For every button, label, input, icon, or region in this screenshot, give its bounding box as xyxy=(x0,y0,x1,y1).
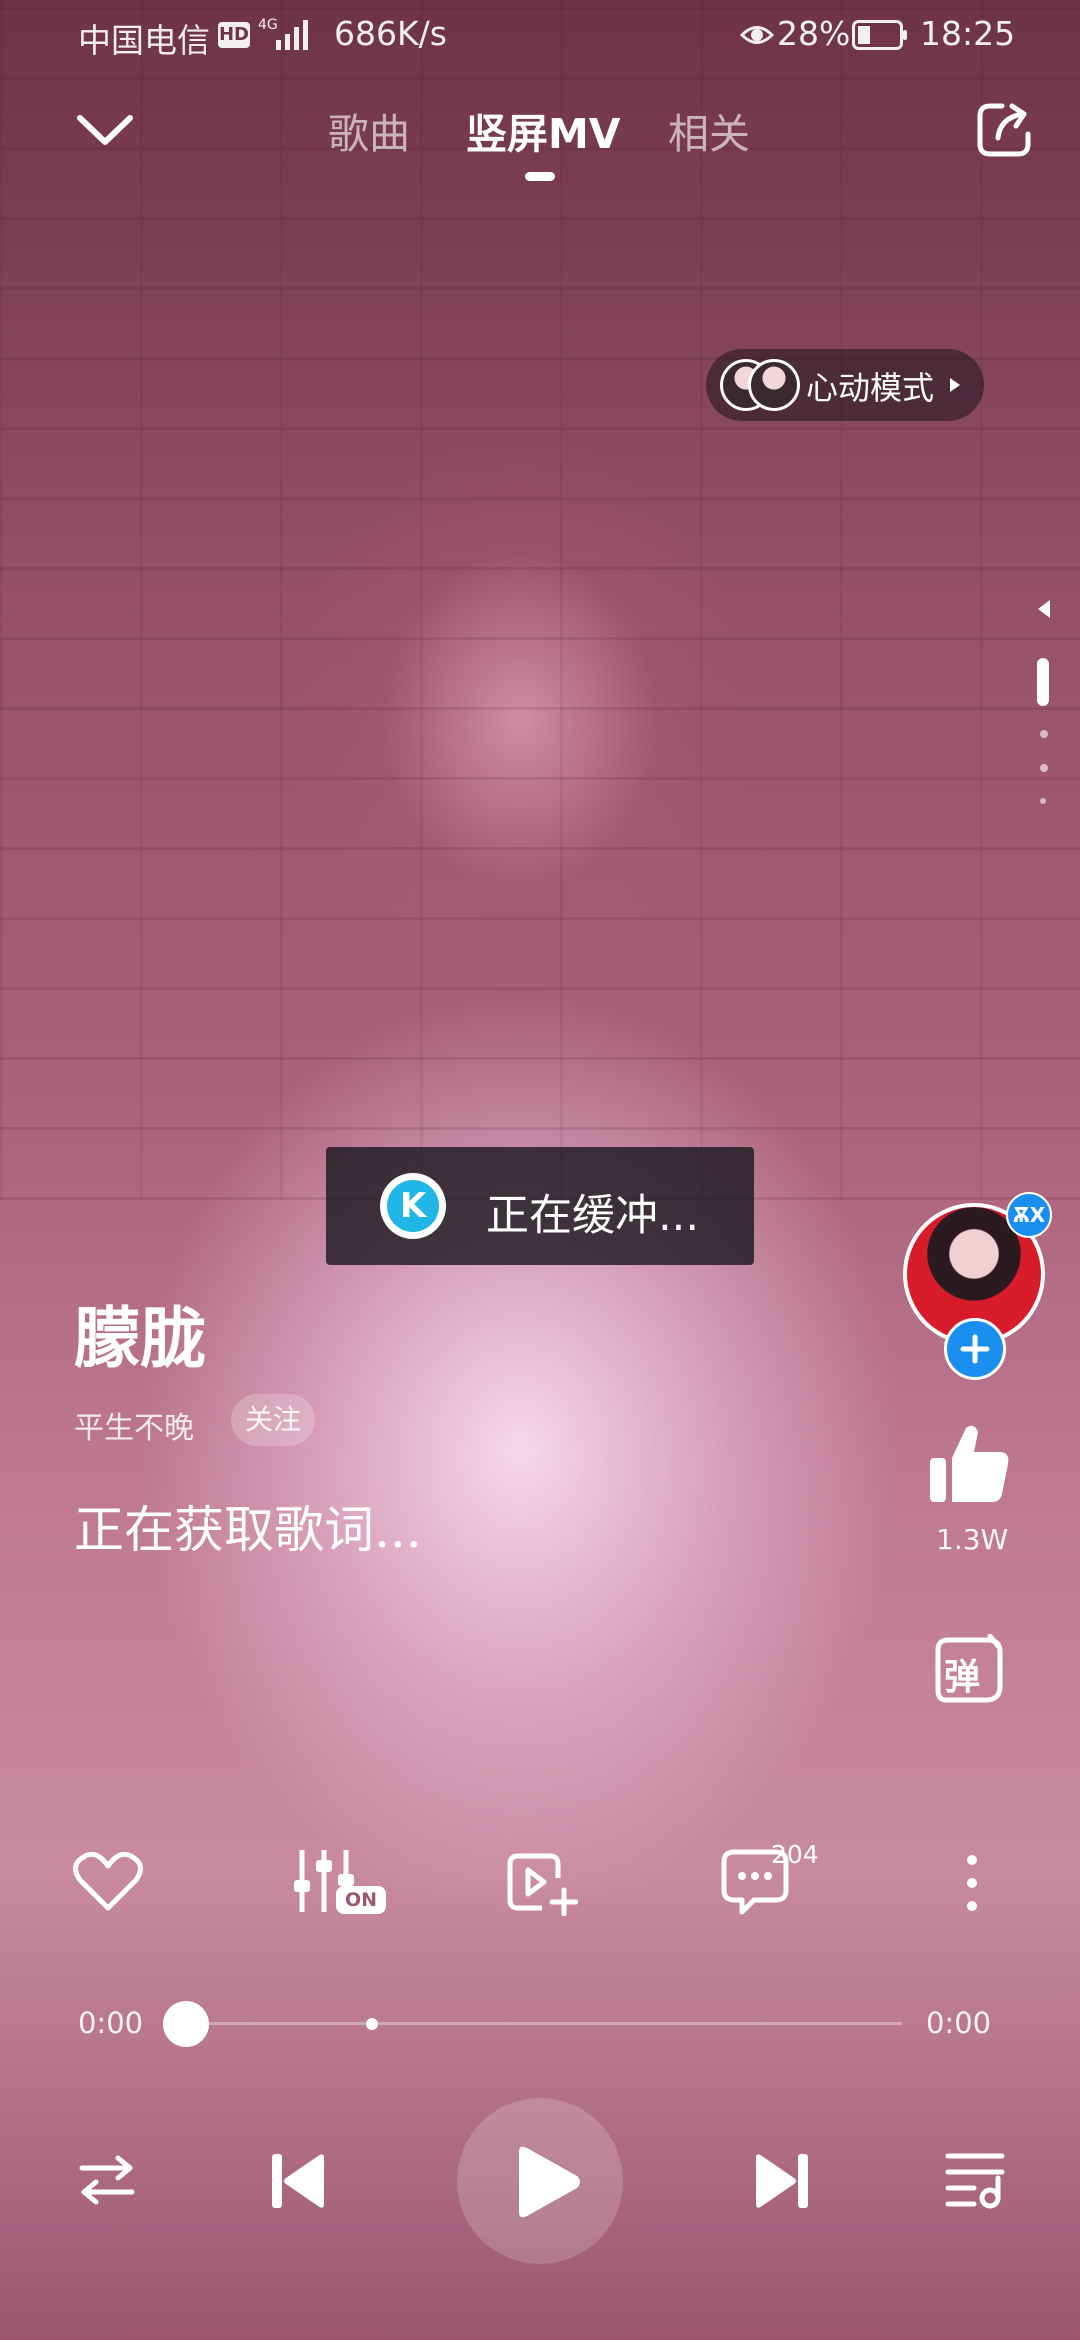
tab-related[interactable]: 相关 xyxy=(668,100,750,160)
progress-track[interactable] xyxy=(186,2022,902,2025)
thumb-up-icon[interactable] xyxy=(926,1420,1012,1506)
signal-icon xyxy=(276,20,308,50)
previous-icon[interactable] xyxy=(268,2150,328,2212)
play-icon xyxy=(519,2146,580,2218)
buffering-text: 正在缓冲... xyxy=(486,1191,700,1241)
play-video-add-icon[interactable] xyxy=(506,1850,578,1916)
comment-count: 204 xyxy=(771,1840,819,1869)
page-indicator-dot xyxy=(1040,764,1048,772)
avatar xyxy=(748,359,800,411)
caret-right-icon xyxy=(950,378,960,392)
follow-plus-button[interactable] xyxy=(944,1318,1006,1380)
buffering-logo: K xyxy=(380,1173,446,1239)
heart-mode-button[interactable]: 心动模式 xyxy=(706,349,984,421)
current-time: 0:00 xyxy=(78,2006,144,2040)
clock: 18:25 xyxy=(920,14,1016,53)
song-title: 朦胧 xyxy=(74,1300,206,1377)
eye-icon xyxy=(740,26,774,44)
tab-vertical-mv[interactable]: 竖屏MV xyxy=(466,100,621,160)
caret-left-icon[interactable] xyxy=(1036,598,1052,620)
total-time: 0:00 xyxy=(926,2006,992,2040)
playlist-icon[interactable] xyxy=(944,2150,1006,2210)
more-icon[interactable] xyxy=(962,1852,982,1914)
sound-effect-badge: ON xyxy=(336,1886,386,1914)
network-type: 4G xyxy=(258,17,278,33)
hd-badge: HD xyxy=(218,22,250,48)
battery-percent: 28% xyxy=(777,14,851,53)
plus-icon xyxy=(960,1334,990,1364)
danmaku-label: 弹 xyxy=(944,1657,981,1698)
page-indicator-dot xyxy=(1040,798,1046,804)
like-count: 1.3W xyxy=(936,1523,1009,1556)
battery-icon xyxy=(852,20,907,50)
sound-effect-button[interactable]: ON xyxy=(292,1846,386,1916)
play-button[interactable] xyxy=(457,2098,623,2264)
tab-indicator xyxy=(525,172,555,181)
share-icon[interactable] xyxy=(974,100,1034,160)
lyrics-status: 正在获取歌词... xyxy=(74,1501,422,1559)
progress-marker xyxy=(366,2018,378,2030)
page-indicator-dot xyxy=(1040,730,1048,738)
chevron-down-icon[interactable] xyxy=(76,112,134,148)
progress-thumb[interactable] xyxy=(163,2001,209,2047)
verified-badge: ѪX xyxy=(1006,1192,1052,1238)
network-speed: 686K/s xyxy=(334,14,447,53)
carrier-name: 中国电信 xyxy=(78,21,210,60)
tab-songs[interactable]: 歌曲 xyxy=(328,100,410,160)
page-indicator-active xyxy=(1037,658,1049,706)
buffering-toast: K 正在缓冲... xyxy=(326,1147,754,1265)
artist-name[interactable]: 平生不晚 xyxy=(74,1403,194,1447)
heart-mode-label: 心动模式 xyxy=(806,369,935,407)
next-icon[interactable] xyxy=(752,2150,812,2212)
repeat-icon[interactable] xyxy=(78,2154,136,2206)
heart-icon[interactable] xyxy=(72,1850,144,1914)
danmaku-button[interactable]: 弹 xyxy=(932,1634,1006,1708)
follow-button[interactable]: 关注 xyxy=(231,1394,315,1446)
